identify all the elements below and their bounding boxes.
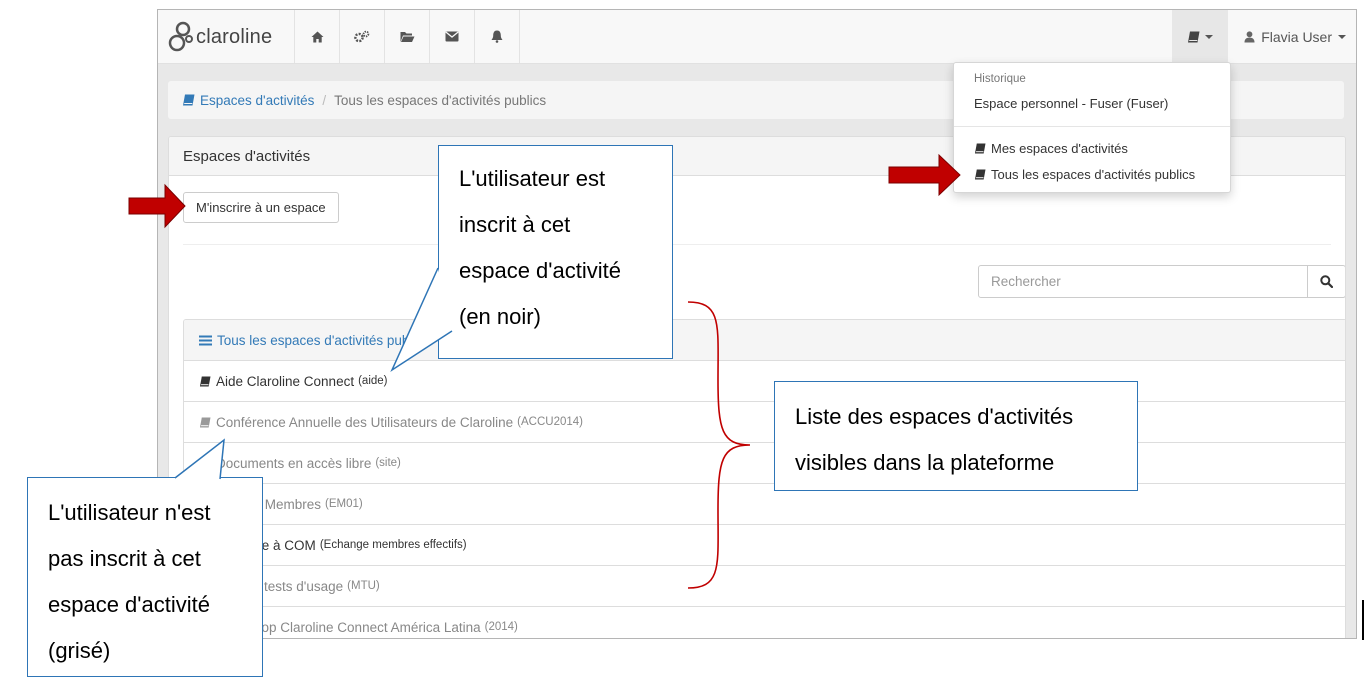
callout-pointer xyxy=(390,267,453,373)
arrow-right-icon xyxy=(888,153,961,197)
callout-pointer xyxy=(174,438,225,480)
arrow-right-icon xyxy=(128,183,186,229)
curly-brace xyxy=(687,301,751,589)
cut-mark xyxy=(1362,600,1364,640)
annotation-overlay xyxy=(128,153,961,589)
